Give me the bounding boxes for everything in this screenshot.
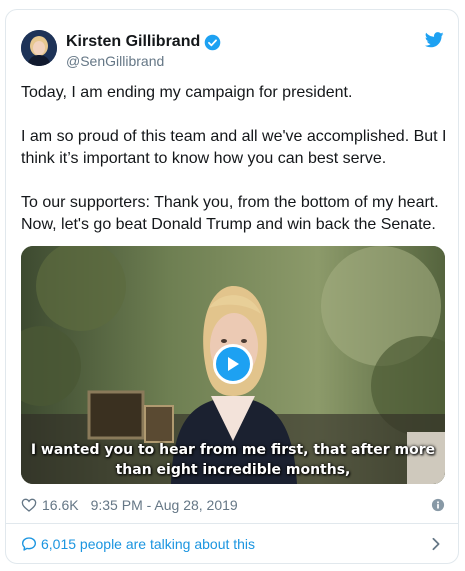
play-button[interactable] (213, 344, 253, 384)
like-count[interactable]: 16.6K (42, 497, 79, 513)
author-name-row[interactable]: Kirsten Gillibrand (66, 32, 221, 52)
caption-line-2: than eight incredible months, (115, 462, 351, 478)
tweet-meta: 16.6K 9:35 PM - Aug 28, 2019 (21, 494, 445, 516)
tweet-card: Kirsten Gillibrand @SenGillibrand Today,… (5, 9, 459, 564)
author-handle[interactable]: @SenGillibrand (66, 52, 164, 70)
author-name[interactable]: Kirsten Gillibrand (66, 32, 200, 52)
video-player[interactable]: I wanted you to hear from me first, that… (21, 246, 445, 484)
avatar-image (21, 30, 57, 66)
chevron-right-icon[interactable] (429, 537, 443, 551)
divider (6, 523, 458, 524)
tweet-text: Today, I am ending my campaign for presi… (21, 82, 447, 236)
caption-line-1: I wanted you to hear from me first, that… (30, 442, 436, 458)
verified-badge-icon (204, 34, 221, 50)
tweet-paragraph-1: Today, I am ending my campaign for presi… (21, 84, 353, 101)
conversation-link[interactable]: 6,015 people are talking about this (21, 532, 445, 556)
timestamp[interactable]: 9:35 PM - Aug 28, 2019 (91, 497, 238, 513)
tweet-paragraph-2: I am so proud of this team and all we've… (21, 128, 447, 167)
heart-icon[interactable] (21, 497, 37, 513)
twitter-bird-icon[interactable] (425, 32, 444, 48)
conversation-text[interactable]: 6,015 people are talking about this (41, 536, 255, 552)
speech-bubble-icon (22, 537, 36, 551)
play-icon (228, 357, 239, 371)
info-icon[interactable] (431, 498, 445, 512)
video-caption: I wanted you to hear from me first, that… (21, 440, 445, 480)
tweet-paragraph-3: To our supporters: Thank you, from the b… (21, 194, 439, 233)
avatar[interactable] (21, 30, 57, 66)
